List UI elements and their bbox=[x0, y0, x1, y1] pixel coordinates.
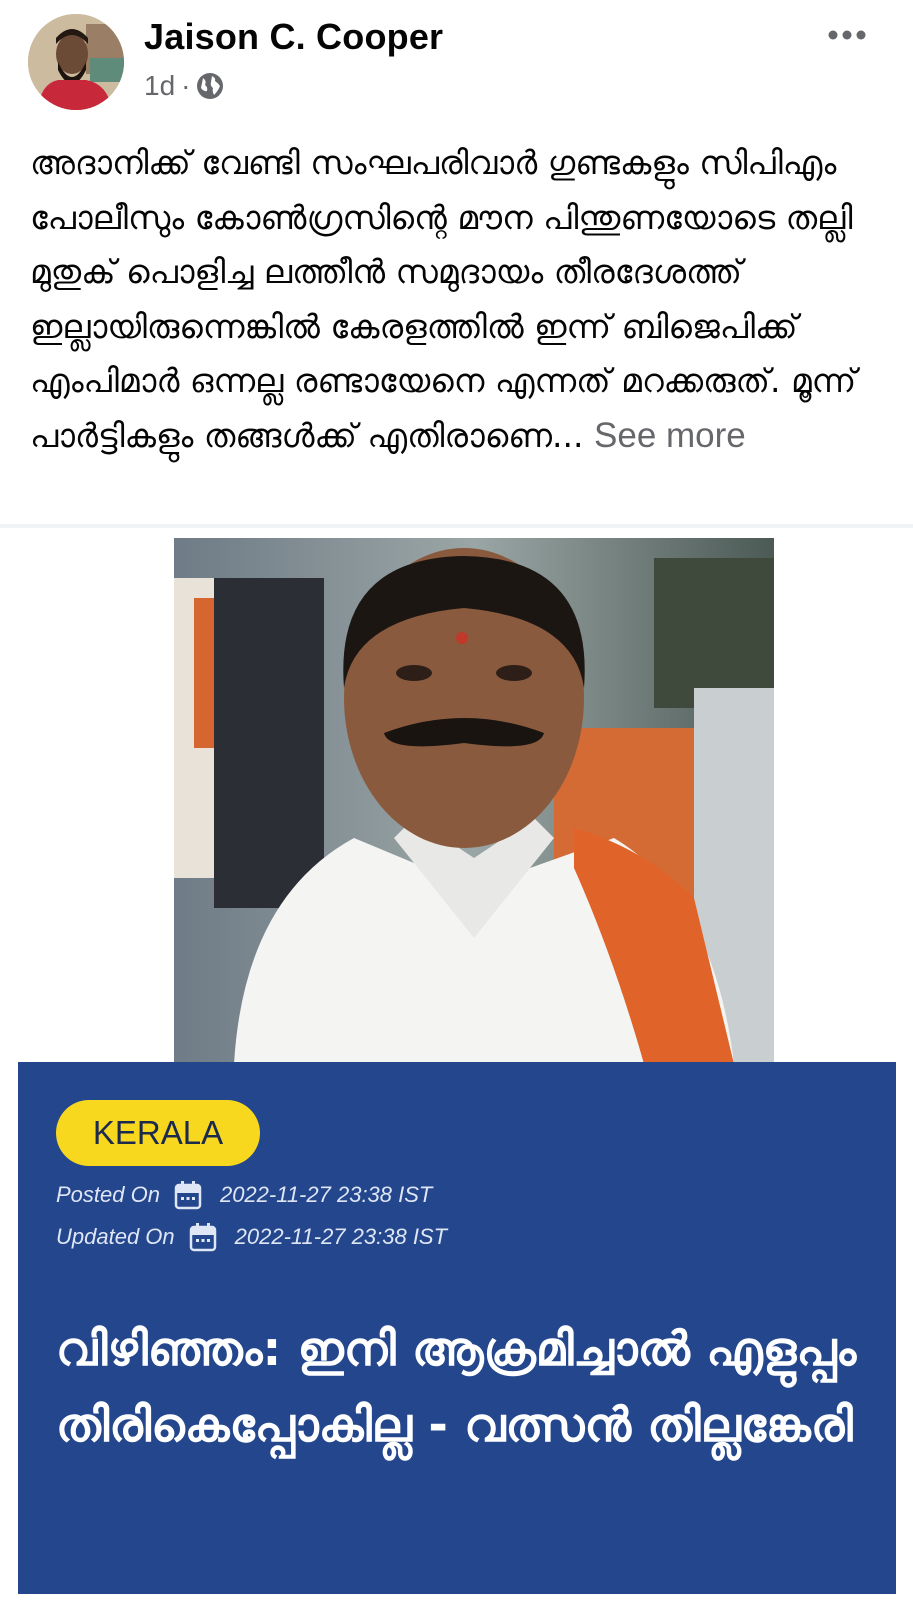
updated-on-row: Updated On 2022-11-27 23:38 IST bbox=[56, 1222, 447, 1252]
author-name[interactable]: Jaison C. Cooper bbox=[144, 16, 443, 58]
divider bbox=[0, 524, 913, 528]
photo-person bbox=[174, 538, 774, 1064]
post-text: അദാനിക്ക് വേണ്ടി സംഘപരിവാർ ഗുണ്ടകളും സിപ… bbox=[30, 136, 900, 463]
meta-separator: · bbox=[181, 70, 191, 101]
more-horizontal-icon bbox=[828, 30, 866, 40]
author-avatar[interactable] bbox=[28, 14, 124, 110]
category-badge[interactable]: KERALA bbox=[56, 1100, 260, 1166]
posted-on-row: Posted On 2022-11-27 23:38 IST bbox=[56, 1180, 432, 1210]
avatar-image bbox=[28, 14, 124, 110]
calendar-icon bbox=[174, 1181, 202, 1210]
post-photo[interactable] bbox=[174, 538, 774, 1064]
updated-on-label: Updated On bbox=[56, 1224, 175, 1249]
news-card[interactable]: KERALA Posted On 2022-11-27 23:38 IST Up… bbox=[18, 1062, 896, 1594]
post-options-button[interactable] bbox=[827, 22, 867, 42]
post-time[interactable]: 1d bbox=[144, 70, 175, 102]
posted-on-label: Posted On bbox=[56, 1182, 160, 1207]
globe-icon bbox=[197, 73, 224, 99]
news-headline[interactable]: വിഴിഞ്ഞം: ഇനി ആക്രമിച്ചാൽ എളുപ്പം തിരികെ… bbox=[56, 1312, 876, 1464]
see-more-link[interactable]: See more bbox=[594, 416, 746, 455]
updated-on-value: 2022-11-27 23:38 IST bbox=[234, 1224, 448, 1249]
post-header: Jaison C. Cooper 1d · bbox=[0, 0, 913, 118]
post-body: അദാനിക്ക് വേണ്ടി സംഘപരിവാർ ഗുണ്ടകളും സിപ… bbox=[30, 143, 857, 455]
posted-on-value: 2022-11-27 23:38 IST bbox=[219, 1182, 433, 1207]
calendar-icon bbox=[189, 1223, 216, 1252]
post-meta: 1d · bbox=[144, 70, 224, 102]
